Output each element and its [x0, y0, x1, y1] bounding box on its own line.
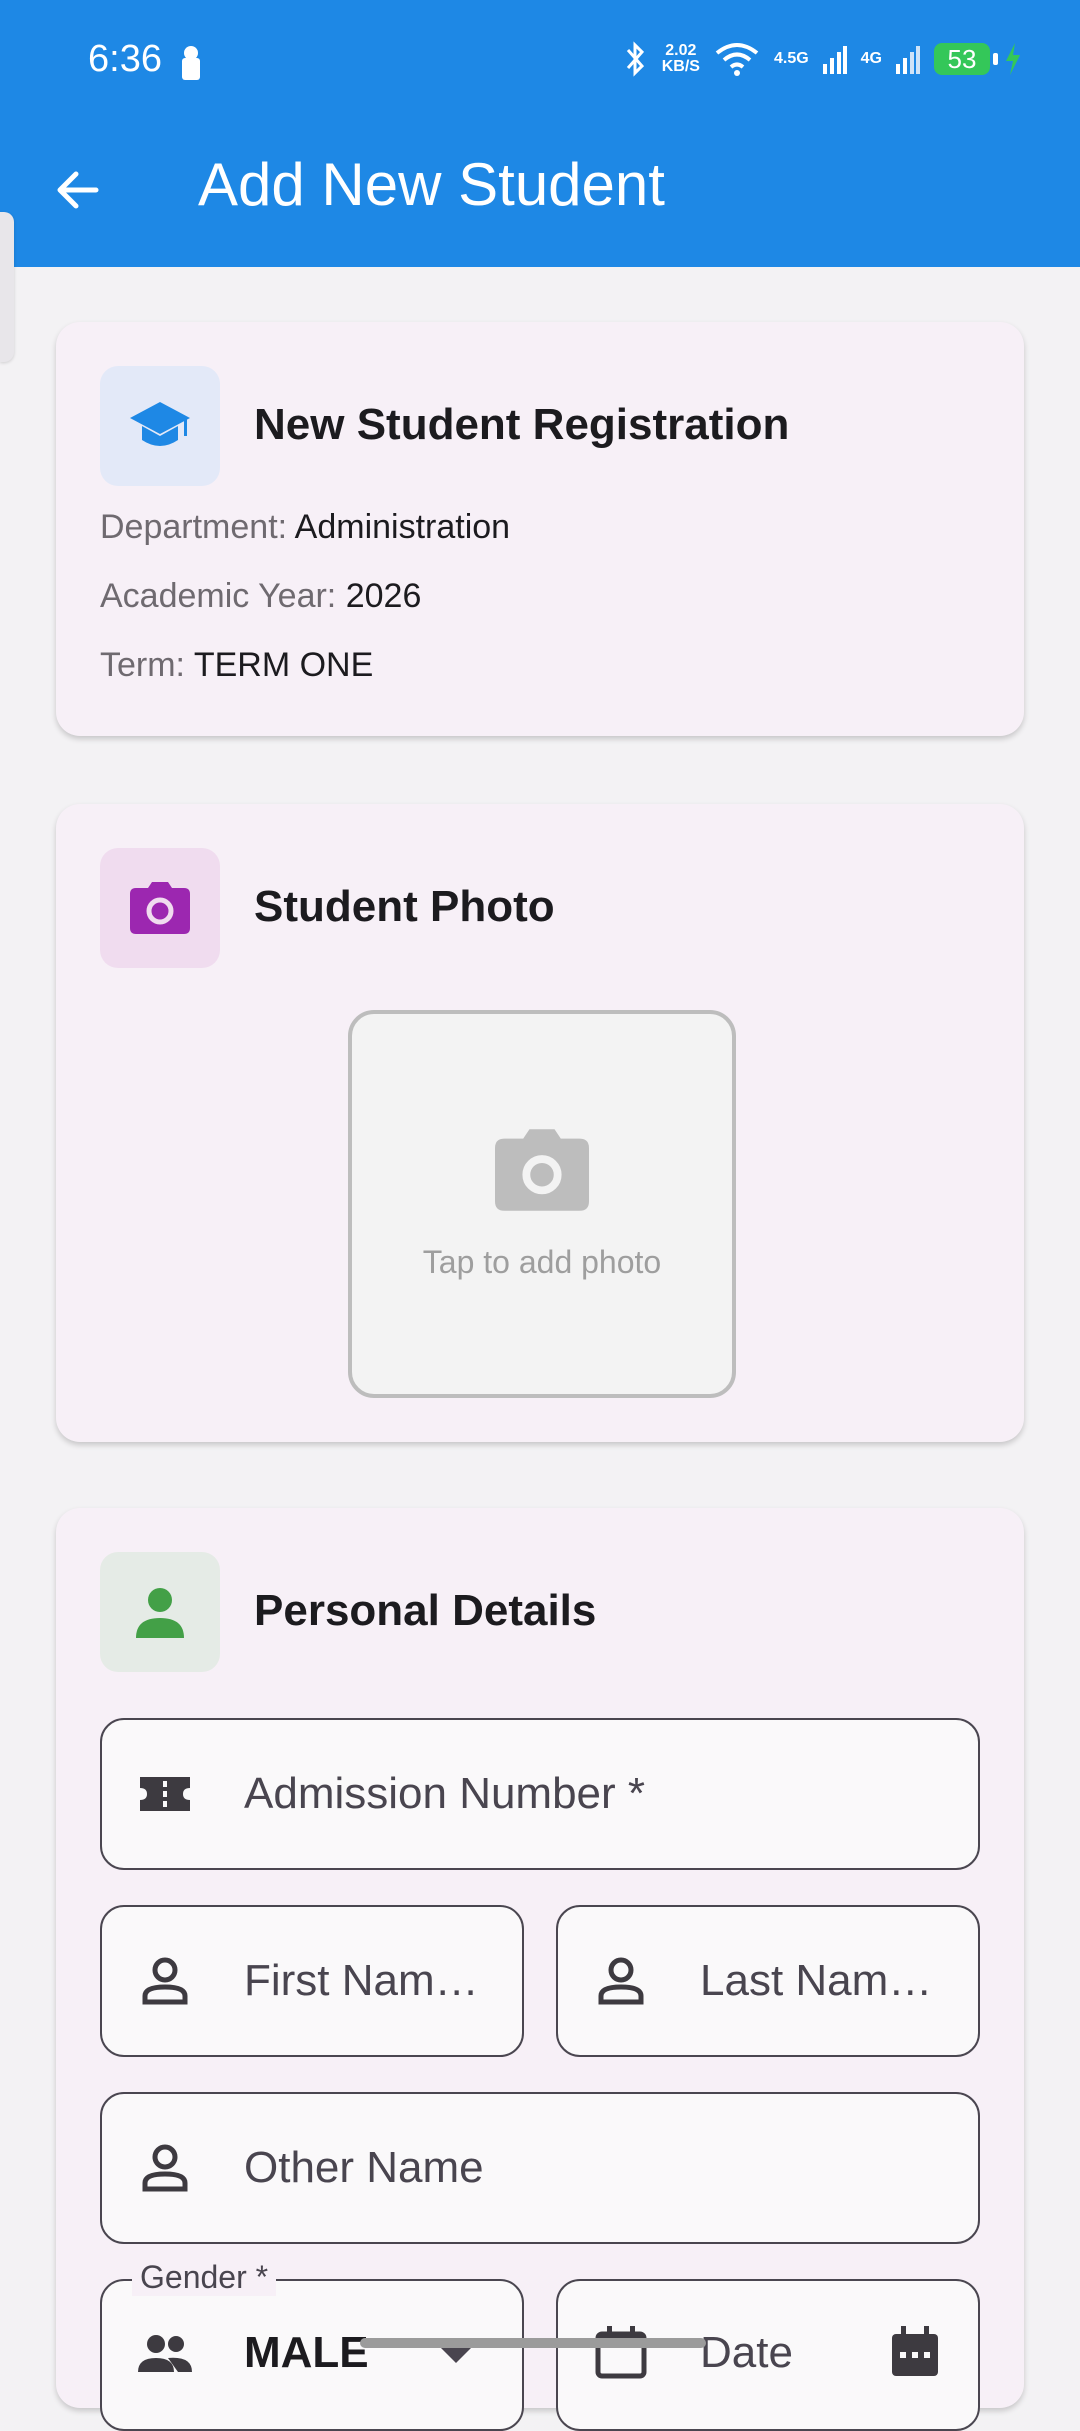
person-icon [136, 1588, 184, 1638]
add-photo-hint: Tap to add photo [422, 1243, 662, 1280]
network-speed: 2.02 KB/S [662, 43, 700, 75]
app-header: 6:36 2.02 KB/S 4.5G 4G 53 Add New Studen… [0, 0, 1080, 267]
academic-year-value: 2026 [345, 577, 422, 615]
home-indicator[interactable] [360, 2338, 706, 2348]
gender-value: MALE [244, 2328, 369, 2377]
academic-year-label: Academic Year: [100, 577, 337, 615]
person-outline-icon [142, 1957, 188, 2005]
signal-icon-2 [896, 46, 920, 74]
battery-level: 53 [947, 43, 977, 74]
speed-value: 2.02 [665, 42, 697, 59]
people-icon [138, 2335, 192, 2372]
other-name-label: Other Name [244, 2143, 484, 2192]
personal-title: Personal Details [254, 1586, 597, 1635]
term-row: Term: TERM ONE [100, 646, 373, 685]
speed-unit: KB/S [661, 58, 700, 75]
calendar-icon [595, 2326, 647, 2379]
date-field[interactable]: Date [556, 2279, 980, 2431]
last-name-label: Last Nam… [700, 1956, 933, 2005]
back-arrow-icon[interactable] [52, 165, 102, 215]
first-name-label: First Nam… [244, 1956, 479, 2005]
department-label: Department: [100, 508, 288, 546]
status-bar: 6:36 2.02 KB/S 4.5G 4G 53 [0, 0, 1080, 126]
graduation-cap-icon [130, 402, 190, 446]
camera-placeholder-icon [495, 1128, 589, 1211]
photo-icon-box [100, 848, 220, 968]
admission-number-field[interactable]: Admission Number * [100, 1718, 980, 1870]
wifi-icon [715, 43, 759, 76]
personal-details-card: Personal Details Admission Number * Firs… [56, 1508, 1024, 2431]
student-photo-card: Student Photo Tap to add photo [56, 804, 1024, 1442]
status-time: 6:36 [88, 38, 162, 80]
registration-title: New Student Registration [254, 400, 790, 449]
first-name-field[interactable]: First Nam… [100, 1905, 524, 2057]
camera-icon [130, 882, 190, 934]
calendar-picker-icon[interactable] [888, 2326, 942, 2380]
gender-label: Gender * [132, 2259, 277, 2296]
edge-handle[interactable] [0, 212, 14, 362]
ticket-icon [140, 1777, 190, 1811]
person-outline-icon [598, 1957, 644, 2005]
academic-year-row: Academic Year: 2026 [100, 577, 421, 616]
bluetooth-icon [626, 41, 644, 77]
registration-icon-box [100, 366, 220, 486]
gender-dropdown[interactable]: Gender * MALE [100, 2259, 524, 2431]
other-name-field[interactable]: Other Name [100, 2092, 980, 2244]
department-value: Administration [294, 508, 511, 546]
admission-number-label: Admission Number * [244, 1769, 646, 1818]
department-row: Department: Administration [100, 508, 510, 547]
network-type-1: 4.5G [773, 50, 809, 67]
lock-icon [182, 46, 200, 80]
registration-card: New Student Registration Department: Adm… [56, 322, 1024, 736]
term-value: TERM ONE [193, 646, 374, 684]
photo-title: Student Photo [254, 882, 555, 931]
term-label: Term: [100, 646, 185, 684]
page-title: Add New Student [198, 151, 665, 218]
battery-indicator: 53 [934, 43, 998, 75]
charging-icon [1006, 43, 1020, 75]
date-label: Date [700, 2328, 793, 2377]
signal-icon-1 [822, 46, 847, 74]
network-type-2: 4G [860, 50, 882, 67]
dropdown-arrow-icon [440, 2347, 472, 2363]
person-outline-icon [142, 2144, 188, 2192]
personal-icon-box [100, 1552, 220, 1672]
add-photo-button[interactable]: Tap to add photo [348, 1010, 736, 1398]
last-name-field[interactable]: Last Nam… [556, 1905, 980, 2057]
